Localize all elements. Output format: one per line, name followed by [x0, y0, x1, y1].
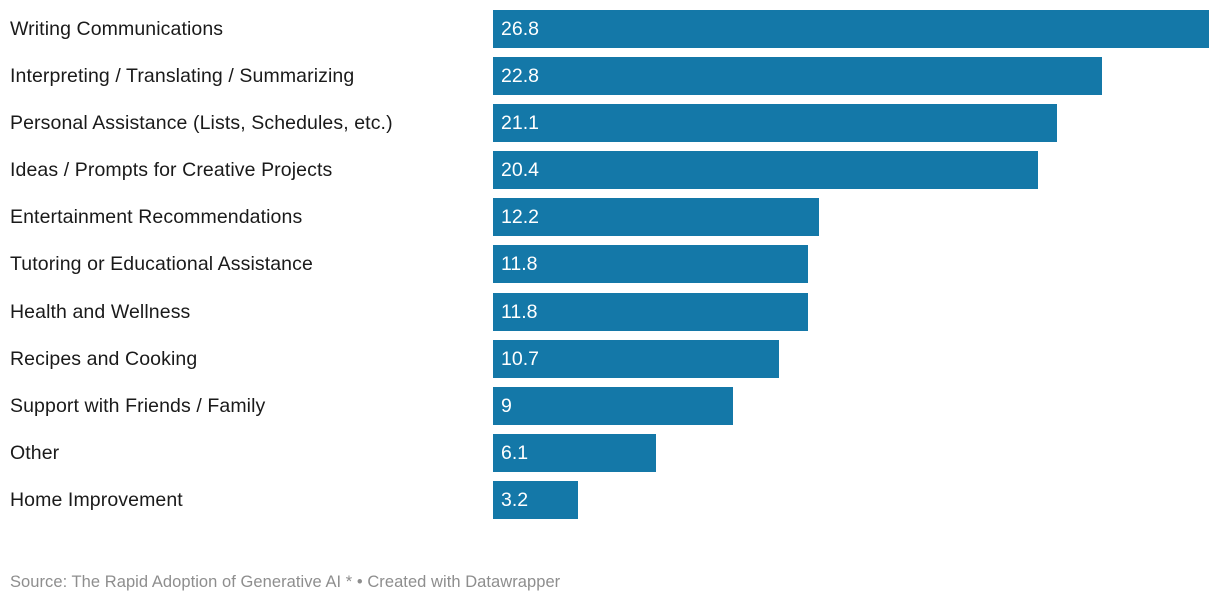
bar-row: Interpreting / Translating / Summarizing… [0, 57, 1220, 96]
bar-row: Health and Wellness 11.8 [0, 292, 1220, 331]
bar-category-label: Other [10, 441, 60, 464]
bar[interactable]: 3.2 [493, 480, 579, 519]
bar-category-label: Tutoring or Educational Assistance [10, 253, 313, 276]
bar[interactable]: 26.8 [493, 10, 1209, 48]
bar-track: 3.2 [493, 480, 1220, 519]
bar-row: Support with Friends / Family 9 [0, 386, 1220, 425]
bar-track: 22.8 [493, 57, 1220, 96]
bar-value-label: 22.8 [501, 65, 539, 88]
bar-value-label: 9 [501, 394, 512, 417]
bar-row: Home Improvement 3.2 [0, 480, 1220, 519]
bar-row: Entertainment Recommendations 12.2 [0, 198, 1220, 237]
bar-row: Personal Assistance (Lists, Schedules, e… [0, 104, 1220, 143]
bar-category-label: Recipes and Cooking [10, 347, 198, 370]
bar[interactable]: 12.2 [493, 198, 819, 237]
bar-category-label: Support with Friends / Family [10, 394, 266, 417]
bar-value-label: 6.1 [501, 441, 529, 464]
bar-track: 11.8 [493, 292, 1220, 331]
bars-area: Writing Communications 26.8 Interpreting /… [0, 10, 1220, 528]
bar[interactable]: 10.7 [493, 339, 779, 378]
bar-value-label: 12.2 [501, 206, 539, 229]
bar-value-label: 3.2 [501, 488, 529, 511]
bar-value-label: 11.8 [501, 300, 538, 323]
bar-value-label: 21.1 [501, 112, 539, 135]
bar-value-label: 26.8 [501, 18, 539, 40]
bar-row: Writing Communications 26.8 [0, 10, 1220, 48]
bar-category-label: Home Improvement [10, 488, 183, 511]
bar-track: 9 [493, 386, 1220, 425]
bar-track: 12.2 [493, 198, 1220, 237]
bar-row: Ideas / Prompts for Creative Projects 20.… [0, 151, 1220, 190]
bar-value-label: 20.4 [501, 159, 539, 182]
bar-track: 20.4 [493, 151, 1220, 190]
bar-track: 21.1 [493, 104, 1220, 143]
bar-category-label: Health and Wellness [10, 300, 191, 323]
bar-category-label: Personal Assistance (Lists, Schedules, e… [10, 112, 393, 135]
bar-category-label: Ideas / Prompts for Creative Projects [10, 159, 333, 182]
bar[interactable]: 20.4 [493, 151, 1038, 190]
bar-track: 11.8 [493, 245, 1220, 284]
bar[interactable]: 11.8 [493, 245, 809, 284]
bar[interactable]: 22.8 [493, 57, 1103, 96]
chart-footer-source: Source: The Rapid Adoption of Generative… [10, 573, 561, 591]
bar-chart: Writing Communications 26.8 Interpreting /… [0, 0, 1220, 614]
bar[interactable]: 11.8 [493, 292, 809, 331]
bar[interactable]: 6.1 [493, 433, 656, 472]
bar-row: Other 6.1 [0, 433, 1220, 472]
bar-track: 6.1 [493, 433, 1220, 472]
bar[interactable]: 21.1 [493, 104, 1057, 143]
bar-category-label: Writing Communications [10, 18, 224, 40]
bar[interactable]: 9 [493, 386, 734, 425]
bar-value-label: 10.7 [501, 347, 539, 370]
bar-value-label: 11.8 [501, 253, 538, 276]
bar-category-label: Interpreting / Translating / Summarizing [10, 65, 355, 88]
bar-track: 26.8 [493, 10, 1220, 48]
bar-row: Recipes and Cooking 10.7 [0, 339, 1220, 378]
bar-track: 10.7 [493, 339, 1220, 378]
bar-category-label: Entertainment Recommendations [10, 206, 303, 229]
bar-row: Tutoring or Educational Assistance 11.8 [0, 245, 1220, 284]
